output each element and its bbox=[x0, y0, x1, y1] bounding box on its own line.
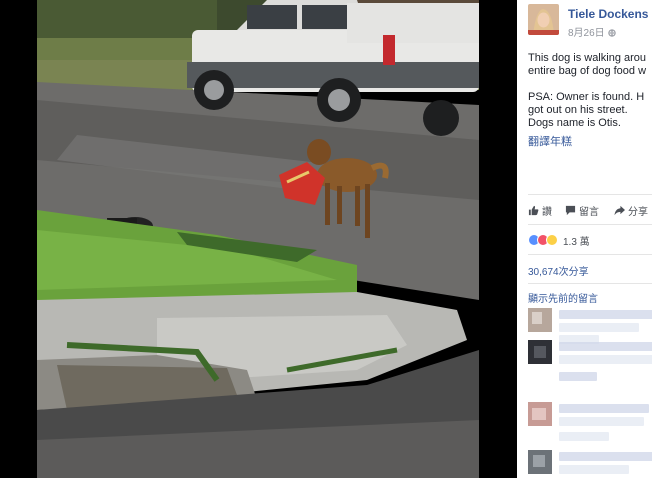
post-header: Tiele Dockens 8月26日 bbox=[528, 4, 652, 39]
divider bbox=[528, 194, 652, 195]
privacy-globe-icon[interactable] bbox=[608, 28, 616, 38]
like-label: 讚 bbox=[542, 207, 552, 218]
commenter-avatar[interactable] bbox=[528, 450, 552, 474]
thumbs-up-icon bbox=[528, 205, 539, 216]
post-body: This dog is walking arou entire bag of d… bbox=[528, 52, 652, 143]
post-actions: 讚 留言 分享 bbox=[528, 203, 652, 219]
divider bbox=[528, 283, 652, 284]
post-date[interactable]: 8月26日 bbox=[568, 28, 605, 39]
comment-icon bbox=[565, 205, 576, 216]
share-button[interactable]: 分享 bbox=[614, 203, 648, 218]
share-arrow-icon bbox=[614, 205, 625, 216]
post-text-line: PSA: Owner is found. H bbox=[528, 91, 645, 103]
author-name[interactable]: Tiele Dockens bbox=[568, 7, 648, 21]
author-avatar[interactable] bbox=[528, 4, 559, 35]
reactions-summary[interactable]: 1.3 萬 bbox=[528, 232, 590, 248]
comment-button[interactable]: 留言 bbox=[565, 203, 599, 218]
post-text-line: Dogs name is Otis. bbox=[528, 117, 621, 129]
post-text-line: entire bag of dog food w bbox=[528, 65, 647, 77]
photo-viewer[interactable] bbox=[0, 0, 517, 478]
post-panel: Tiele Dockens 8月26日 This dog is walking … bbox=[517, 0, 652, 478]
dog-photo[interactable] bbox=[37, 0, 479, 478]
list-item bbox=[528, 450, 652, 478]
share-count-link[interactable]: 30,674次分享 bbox=[528, 263, 589, 278]
comment-label: 留言 bbox=[579, 207, 599, 218]
list-item bbox=[528, 340, 652, 381]
post-meta: 8月26日 bbox=[568, 24, 616, 39]
commenter-avatar[interactable] bbox=[528, 340, 552, 364]
share-label: 分享 bbox=[628, 207, 648, 218]
post-text-line: got out on his street. bbox=[528, 104, 628, 116]
reaction-count: 1.3 萬 bbox=[563, 236, 590, 248]
list-item bbox=[528, 402, 652, 442]
commenter-avatar[interactable] bbox=[528, 402, 552, 426]
see-translation-link[interactable]: 翻譯年糕 bbox=[528, 133, 572, 149]
post-text-line: This dog is walking arou bbox=[528, 52, 647, 64]
divider bbox=[528, 224, 652, 225]
dog-photo-image bbox=[37, 0, 479, 478]
divider bbox=[528, 254, 652, 255]
haha-reaction-icon bbox=[546, 234, 558, 246]
like-button[interactable]: 讚 bbox=[528, 203, 552, 218]
commenter-avatar[interactable] bbox=[528, 308, 552, 332]
view-previous-comments-link[interactable]: 顯示先前的留言 bbox=[528, 290, 598, 305]
